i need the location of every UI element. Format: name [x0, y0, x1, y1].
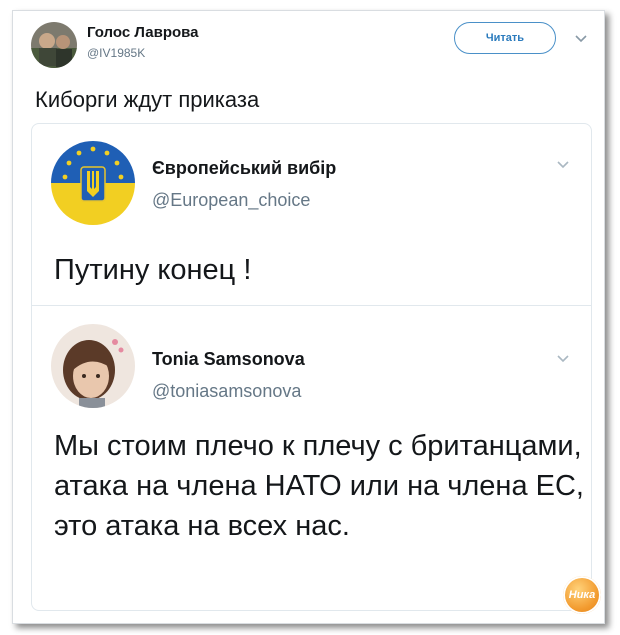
- author-handle[interactable]: @IV1985K: [87, 46, 145, 60]
- quoted-author-name[interactable]: Tonia Samsonova: [152, 349, 305, 370]
- follow-button[interactable]: Читать: [454, 22, 556, 54]
- avatar-photo-icon: [31, 22, 77, 68]
- quoted-avatar[interactable]: [51, 324, 135, 408]
- chevron-down-icon[interactable]: [555, 354, 571, 364]
- quoted-tweet[interactable]: Європейський вибір @European_choice Пути…: [31, 123, 592, 307]
- chevron-down-icon[interactable]: [555, 160, 571, 170]
- chevron-down-icon[interactable]: [573, 34, 589, 44]
- author-avatar[interactable]: [31, 22, 77, 68]
- ukraine-trident-flag-icon: [51, 141, 135, 225]
- quoted-author-handle[interactable]: @European_choice: [152, 190, 310, 211]
- quoted-avatar[interactable]: [51, 141, 135, 225]
- quoted-tweet[interactable]: Tonia Samsonova @toniasamsonova Мы стоим…: [31, 305, 592, 611]
- author-name[interactable]: Голос Лаврова: [87, 24, 199, 41]
- quoted-tweet-text: Путину конец !: [54, 254, 252, 286]
- quoted-author-handle[interactable]: @toniasamsonova: [152, 381, 301, 402]
- watermark-logo: Ника: [563, 576, 601, 614]
- avatar-photo-icon: [51, 324, 135, 408]
- quoted-tweet-text: Мы стоим плечо к плечу с британцами, ата…: [54, 430, 584, 542]
- tweet-text: Киборги ждут приказа: [35, 87, 260, 112]
- tweet-screenshot: Голос Лаврова @IV1985K Читать Киборги жд…: [12, 10, 605, 624]
- quoted-author-name[interactable]: Європейський вибір: [152, 158, 336, 179]
